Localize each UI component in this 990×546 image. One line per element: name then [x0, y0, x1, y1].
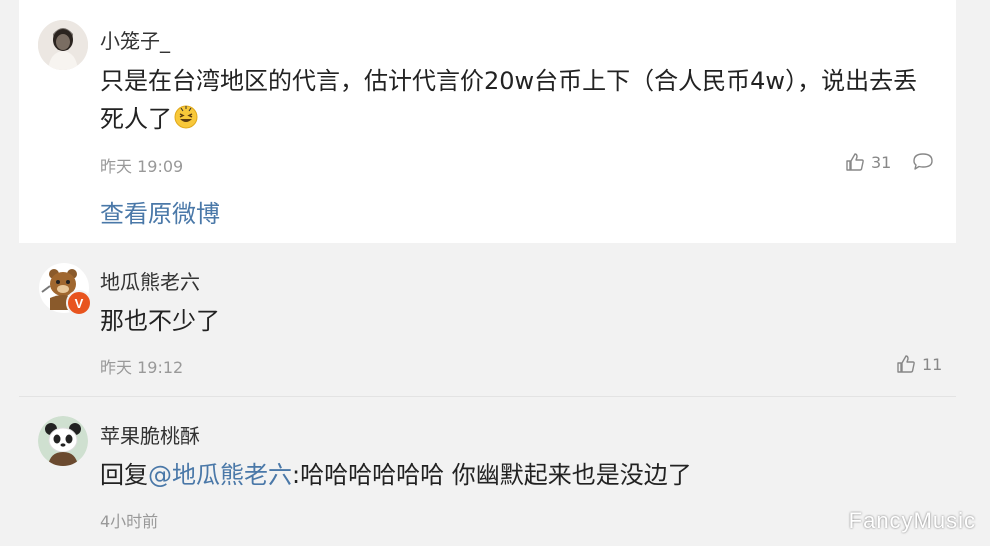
- thumbs-up-icon: [897, 355, 915, 373]
- main-comment-card: 小笼子_ 只是在台湾地区的代言，估计代言价20w台币上下（合人民币4w），说出去…: [19, 0, 956, 243]
- like-button[interactable]: 31: [845, 152, 891, 172]
- like-count: 31: [871, 152, 892, 172]
- watermark-text: FancyMusic: [848, 508, 976, 533]
- comment-bubble-icon: [913, 153, 933, 170]
- timestamp: 昨天 19:09: [100, 157, 184, 176]
- username[interactable]: 苹果脆桃酥: [100, 420, 200, 449]
- like-count: 11: [922, 354, 943, 374]
- avatar[interactable]: [38, 416, 88, 466]
- view-original-weibo-link[interactable]: 查看原微博: [100, 194, 220, 229]
- panda-avatar-icon: [38, 416, 88, 466]
- verified-v-badge-icon: V: [66, 290, 92, 316]
- comment-button[interactable]: [912, 152, 934, 176]
- reply-text: 那也不少了: [100, 307, 220, 335]
- avatar[interactable]: V: [38, 262, 92, 316]
- username[interactable]: 小笼子_: [100, 25, 170, 54]
- timestamp: 昨天 19:12: [100, 358, 184, 377]
- comment-body: 只是在台湾地区的代言，估计代言价20w台币上下（合人民币4w），说出去丢死人了: [100, 67, 918, 133]
- reply-body: :哈哈哈哈哈哈 你幽默起来也是没边了: [292, 461, 692, 489]
- reply-prefix: 回复: [100, 461, 148, 489]
- mention-link[interactable]: @地瓜熊老六: [148, 461, 292, 489]
- thumbs-up-icon: [846, 153, 864, 171]
- user-avatar-photo: [38, 20, 88, 70]
- reply-text: 回复@地瓜熊老六:哈哈哈哈哈哈 你幽默起来也是没边了: [100, 456, 692, 494]
- timestamp: 4小时前: [100, 512, 159, 531]
- grin-squint-face-icon: [174, 102, 198, 140]
- comment-text: 只是在台湾地区的代言，估计代言价20w台币上下（合人民币4w），说出去丢死人了: [100, 62, 940, 140]
- username[interactable]: 地瓜熊老六: [100, 266, 200, 295]
- divider: [19, 396, 956, 397]
- avatar[interactable]: [38, 20, 88, 70]
- like-button[interactable]: 11: [896, 354, 942, 374]
